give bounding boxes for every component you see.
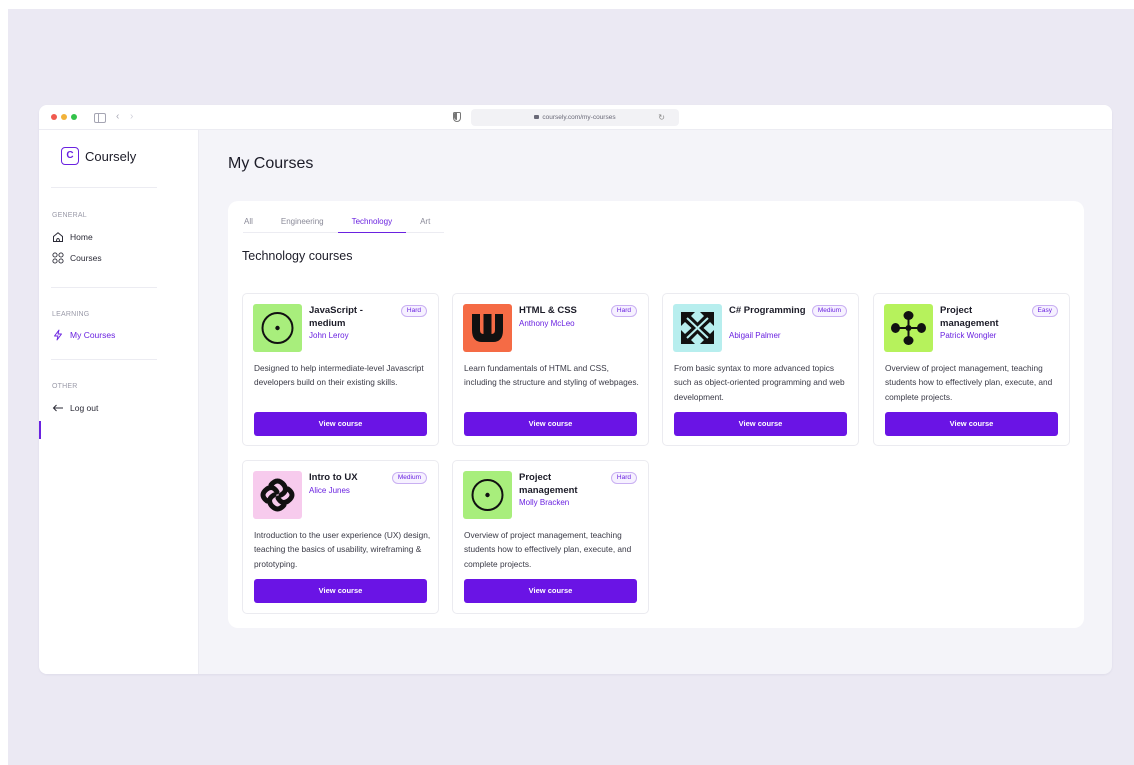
sidebar-item-courses[interactable]: Courses <box>52 251 102 265</box>
tab-all[interactable]: All <box>243 214 267 233</box>
course-thumbnail <box>463 304 512 352</box>
grid-icon <box>52 252 64 264</box>
course-author: Patrick Wongler <box>940 331 997 340</box>
browser-titlebar: ‹ › coursely.com/my-courses ↻ <box>39 105 1112 130</box>
course-description: Overview of project management, teaching… <box>464 530 632 569</box>
difficulty-badge: Hard <box>400 305 427 317</box>
view-course-button[interactable]: View course <box>254 579 427 603</box>
course-description: Overview of project management, teaching… <box>885 363 1053 402</box>
sidebar-section-learning: LEARNING <box>52 311 90 318</box>
sidebar-toggle-icon[interactable] <box>94 113 106 123</box>
course-author: Alice Junes <box>309 486 350 495</box>
sidebar-item-my-courses[interactable]: My Courses <box>52 328 115 342</box>
course-card: Project management Patrick Wongler Easy … <box>873 293 1070 446</box>
knot-icon <box>253 471 302 519</box>
course-card: Intro to UX Alice Junes Medium Introduct… <box>242 460 439 614</box>
view-course-button[interactable]: View course <box>885 412 1058 436</box>
course-title: HTML & CSS <box>519 305 577 316</box>
course-author: Anthony McLeo <box>519 319 575 328</box>
section-title: Technology courses <box>242 249 353 263</box>
sidebar-section-other: OTHER <box>52 383 78 390</box>
tab-engineering[interactable]: Engineering <box>267 214 338 233</box>
window-controls <box>51 114 77 120</box>
course-card: HTML & CSS Anthony McLeo Hard Learn fund… <box>452 293 649 446</box>
view-course-button[interactable]: View course <box>464 579 637 603</box>
sidebar-section-general: GENERAL <box>52 212 87 219</box>
sidebar-item-log-out[interactable]: Log out <box>52 401 98 415</box>
view-course-button[interactable]: View course <box>254 412 427 436</box>
address-bar[interactable]: coursely.com/my-courses ↻ <box>471 109 679 126</box>
circle-dot-icon <box>463 471 512 519</box>
minimize-window-button[interactable] <box>61 114 67 120</box>
brand-name: Coursely <box>85 148 137 164</box>
home-icon <box>53 232 63 242</box>
course-description: From basic syntax to more advanced topic… <box>674 363 845 402</box>
tab-technology[interactable]: Technology <box>337 214 407 233</box>
brand-logo-icon: C <box>61 147 79 165</box>
sidebar-item-label: Courses <box>70 253 102 263</box>
course-thumbnail <box>884 304 933 352</box>
sidebar-item-label: Log out <box>70 403 99 413</box>
circle-dot-icon <box>253 304 302 352</box>
course-thumbnail <box>463 471 512 519</box>
back-icon[interactable]: ‹ <box>116 111 119 123</box>
tab-art[interactable]: Art <box>406 214 444 233</box>
sidebar-divider <box>51 287 157 288</box>
difficulty-badge: Medium <box>391 472 427 484</box>
lock-icon <box>534 115 540 119</box>
sidebar-item-home[interactable]: Home <box>52 230 93 244</box>
course-author: John Leroy <box>309 331 349 340</box>
course-title: Intro to UX <box>309 472 358 483</box>
url-text: coursely.com/my-courses <box>542 114 616 121</box>
course-card: C# Programming Abigail Palmer Medium Fro… <box>662 293 859 446</box>
brand[interactable]: C Coursely <box>61 147 136 165</box>
cross-dots-icon <box>884 304 933 352</box>
course-thumbnail <box>673 304 722 352</box>
course-author: Abigail Palmer <box>729 331 781 340</box>
course-thumbnail <box>253 471 302 519</box>
course-author: Molly Bracken <box>519 498 570 507</box>
arrows-x-icon <box>673 304 722 352</box>
forward-icon[interactable]: › <box>130 111 133 123</box>
courses-panel: All Engineering Technology Art Technolog… <box>228 201 1084 628</box>
view-course-button[interactable]: View course <box>674 412 847 436</box>
course-description: Learn fundamentals of HTML and CSS, incl… <box>464 363 639 388</box>
course-title: C# Programming <box>729 305 806 316</box>
arrow-left-icon <box>52 404 63 412</box>
sidebar-divider <box>51 359 157 360</box>
reload-icon[interactable]: ↻ <box>658 109 665 126</box>
sidebar-divider <box>51 187 157 188</box>
course-title: Project management <box>519 472 578 496</box>
course-title: JavaScript - medium <box>309 305 363 329</box>
view-course-button[interactable]: View course <box>464 412 637 436</box>
browser-window: ‹ › coursely.com/my-courses ↻ C Coursely… <box>39 105 1112 674</box>
page-title: My Courses <box>228 155 314 172</box>
sidebar: C Coursely GENERAL Home Courses LEARNING… <box>39 130 199 674</box>
close-window-button[interactable] <box>51 114 57 120</box>
w-logo-icon <box>463 304 512 352</box>
difficulty-badge: Hard <box>610 472 637 484</box>
category-tabs: All Engineering Technology Art <box>243 214 445 233</box>
difficulty-badge: Easy <box>1031 305 1058 317</box>
maximize-window-button[interactable] <box>71 114 77 120</box>
course-card: JavaScript - medium John Leroy Hard Desi… <box>242 293 439 446</box>
course-card: Project management Molly Bracken Hard Ov… <box>452 460 649 614</box>
privacy-shield-icon[interactable] <box>453 112 461 122</box>
sidebar-item-label: Home <box>70 232 93 242</box>
course-description: Introduction to the user experience (UX)… <box>254 530 431 569</box>
course-description: Designed to help intermediate-level Java… <box>254 363 424 388</box>
difficulty-badge: Medium <box>811 305 847 317</box>
main-content: My Courses All Engineering Technology Ar… <box>200 130 1112 674</box>
sidebar-item-label: My Courses <box>70 330 116 340</box>
active-indicator <box>39 421 41 439</box>
course-thumbnail <box>253 304 302 352</box>
difficulty-badge: Hard <box>610 305 637 317</box>
course-title: Project management <box>940 305 999 329</box>
lightning-icon <box>54 329 62 341</box>
